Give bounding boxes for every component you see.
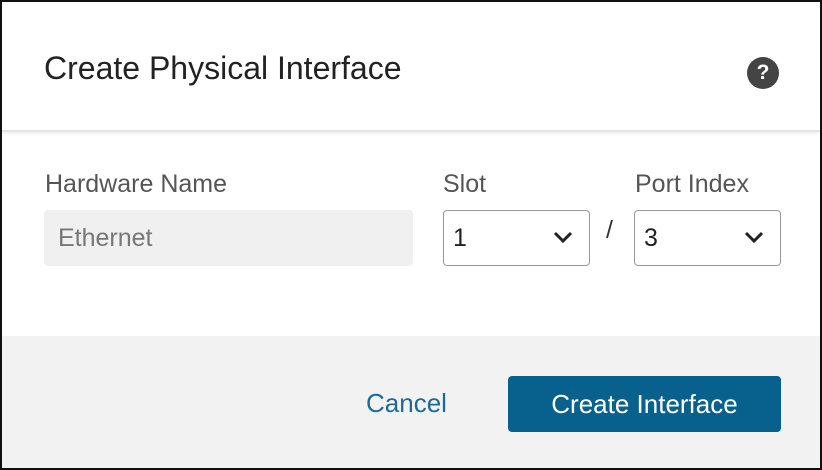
port-index-label: Port Index: [635, 170, 749, 198]
hardware-name-label: Hardware Name: [45, 170, 228, 198]
slot-value: 1: [453, 224, 467, 252]
port-index-select[interactable]: 3: [634, 210, 781, 266]
slot-label: Slot: [443, 170, 487, 198]
help-icon[interactable]: ?: [747, 57, 779, 89]
chevron-down-icon: [553, 231, 573, 244]
chevron-down-icon: [744, 231, 764, 244]
cancel-button[interactable]: Cancel: [366, 388, 447, 419]
create-physical-interface-dialog: Create Physical Interface ? Hardware Nam…: [0, 0, 822, 470]
dialog-title: Create Physical Interface: [44, 50, 402, 86]
hardware-name-field: Ethernet: [44, 210, 413, 266]
slot-port-separator: /: [606, 216, 613, 244]
port-index-value: 3: [644, 224, 658, 252]
dialog-header: Create Physical Interface ?: [2, 2, 820, 132]
slot-select[interactable]: 1: [443, 210, 590, 266]
create-interface-button[interactable]: Create Interface: [508, 376, 781, 432]
